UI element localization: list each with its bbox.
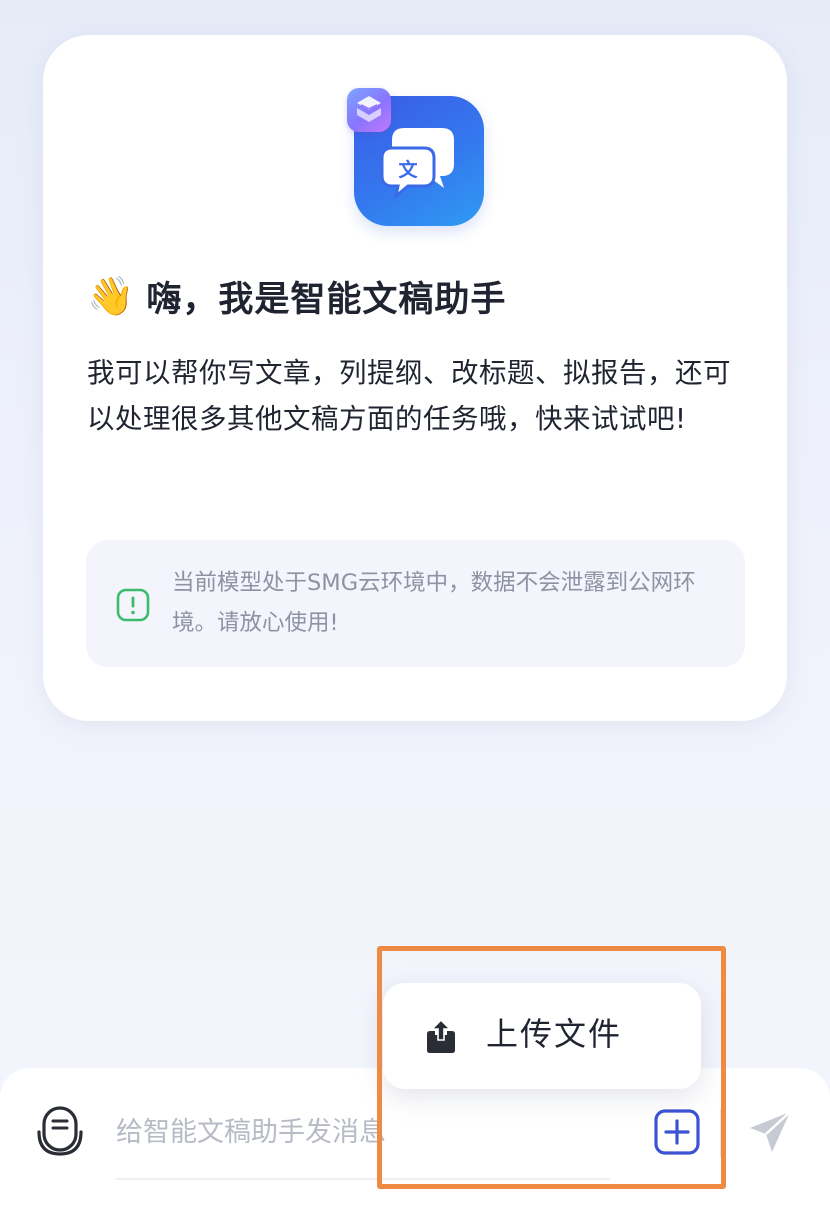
- exclamation-square-icon: [116, 588, 150, 622]
- input-divider: [720, 1109, 722, 1157]
- send-icon[interactable]: [744, 1106, 796, 1158]
- upload-file-menu-item[interactable]: 上传文件: [486, 1012, 622, 1056]
- intro-text: 我可以帮你写文章，列提纲、改标题、拟报告，还可以处理很多其他文稿方面的任务哦，快…: [87, 357, 731, 435]
- message-input[interactable]: [116, 1108, 616, 1156]
- model-badge-icon: [347, 88, 391, 132]
- upload-icon[interactable]: [424, 1018, 458, 1054]
- security-notice-text: 当前模型处于SMG云环境中，数据不会泄露到公网环境。请放心使用!: [172, 570, 696, 636]
- plus-square-icon[interactable]: [653, 1108, 701, 1156]
- greeting-title: 嗨，我是智能文稿助手: [146, 279, 507, 320]
- input-underline: [116, 1178, 610, 1180]
- greeting-heading: 👋 嗨，我是智能文稿助手: [87, 268, 506, 324]
- waving-hand-icon: 👋: [87, 274, 135, 318]
- svg-text:文: 文: [398, 158, 418, 181]
- voice-input-icon[interactable]: [37, 1104, 83, 1158]
